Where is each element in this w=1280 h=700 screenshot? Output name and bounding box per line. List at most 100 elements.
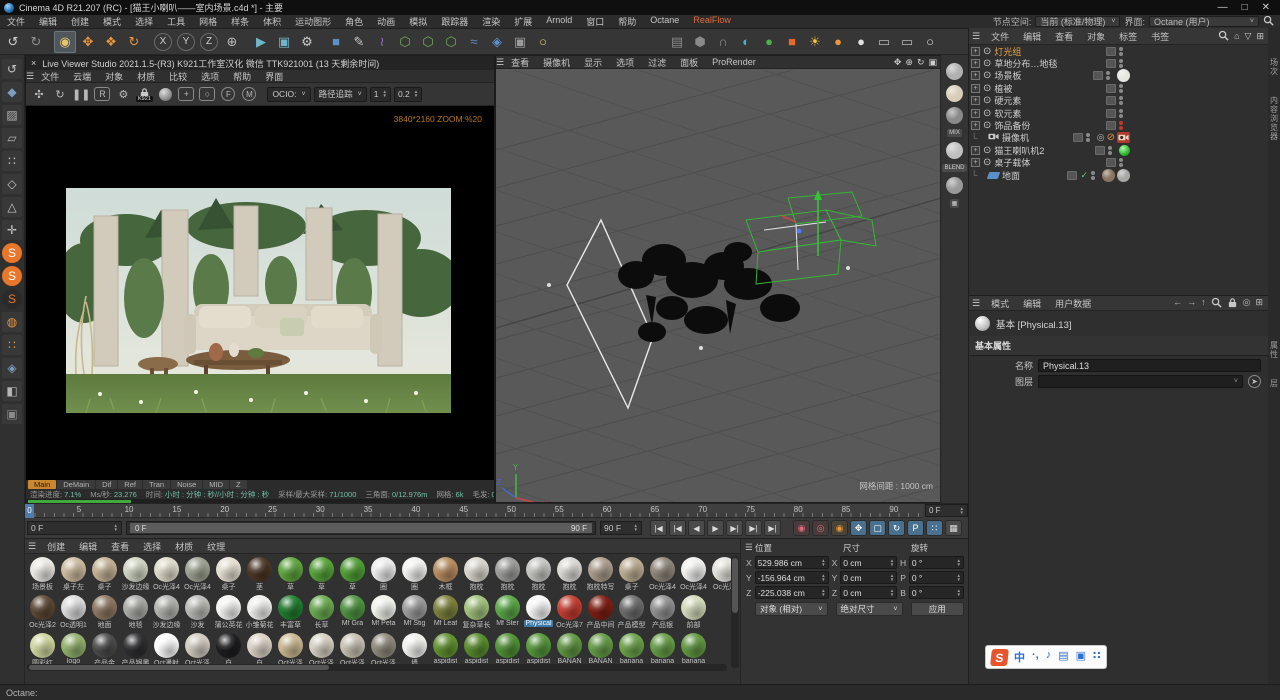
lv-menu-1[interactable]: 文件 [34, 70, 66, 83]
goto-end-button[interactable]: ▶| [764, 520, 781, 536]
key-parameter-toggle[interactable]: P [907, 520, 924, 536]
expand-toggle[interactable]: + [971, 96, 980, 106]
redo-icon[interactable]: ↻ [25, 31, 47, 53]
visibility-dots[interactable] [1119, 83, 1123, 93]
editor-toggle[interactable] [1106, 59, 1116, 69]
material-item[interactable]: 蒲公英花 [213, 594, 244, 632]
am-forward-icon[interactable]: → [1187, 297, 1196, 310]
lock-resolution-icon[interactable]: K921 [135, 85, 153, 103]
material-item[interactable]: Oc光泽4 [647, 556, 678, 594]
om-menu-4[interactable]: 对象 [1080, 30, 1112, 43]
object-name[interactable]: 硬元素 [994, 94, 1021, 107]
material-tag-ball[interactable] [1117, 69, 1130, 83]
material-item[interactable]: 沙发 [182, 594, 213, 632]
pause-render-icon[interactable]: ❚❚ [72, 85, 90, 103]
kernel-dropdown[interactable]: 路径追踪 ˅ [313, 86, 367, 102]
menu-12[interactable]: 动画 [370, 15, 402, 28]
menu-5[interactable]: 选择 [128, 15, 160, 28]
toggle-pill-a-icon[interactable]: ▭ [873, 31, 895, 53]
render-pass-tab-main[interactable]: Main [28, 480, 57, 489]
material-item[interactable]: 小雏菊花 [244, 594, 275, 632]
material-item[interactable]: Physical [523, 594, 554, 632]
z-axis-toggle[interactable]: Z [200, 32, 218, 51]
material-item[interactable]: Oc透明1 [58, 594, 89, 632]
menu-11[interactable]: 角色 [338, 15, 370, 28]
vp-menu-5[interactable]: 过滤 [641, 56, 673, 69]
maximize-button[interactable]: □ [1242, 2, 1248, 13]
ime-toolbox[interactable]: ∷ [1093, 649, 1101, 665]
material-item[interactable]: 产品银 [647, 594, 678, 632]
am-burger-icon[interactable]: ☰ [972, 298, 980, 309]
editor-toggle[interactable] [1106, 121, 1116, 131]
rotate-view-icon[interactable]: ↻ [917, 57, 925, 68]
model-mode-icon[interactable]: ◆ [2, 82, 22, 102]
object-name[interactable]: 桌子载体 [994, 156, 1030, 169]
material-item[interactable]: 沙发边缘 [151, 594, 182, 632]
expand-toggle[interactable]: + [971, 46, 980, 56]
side-tab-1[interactable]: 场次 [1269, 58, 1280, 76]
x-axis-toggle[interactable]: X [154, 32, 172, 51]
lv-menu-5[interactable]: 比较 [162, 70, 194, 83]
material-pick-icon[interactable]: M [240, 85, 258, 103]
octane-environment-icon[interactable]: ● [758, 31, 780, 53]
object-row[interactable]: └ 地面 ✓ [969, 168, 1280, 182]
object-row[interactable]: + ⊙ 软元素 [969, 107, 1280, 119]
menu-3[interactable]: 创建 [64, 15, 96, 28]
material-item[interactable]: Oc光泽2 [27, 594, 58, 632]
material-item[interactable]: 圈 [399, 556, 430, 594]
octane-node-ball-1[interactable] [946, 63, 963, 80]
y-axis-toggle[interactable]: Y [177, 32, 195, 51]
am-back-icon[interactable]: ← [1173, 297, 1182, 310]
layer-picker-button[interactable]: ➤ [1248, 375, 1261, 388]
menu-15[interactable]: 渲染 [475, 15, 507, 28]
om-add-icon[interactable]: ⊞ [1256, 31, 1264, 42]
material-ball-icon[interactable] [156, 85, 174, 103]
am-menu-1[interactable]: 模式 [984, 297, 1016, 310]
object-name[interactable]: 场景板 [994, 69, 1021, 82]
material-item[interactable]: 产品中间 [585, 594, 616, 632]
region-render-icon[interactable]: R [93, 85, 111, 103]
toggle-view-icon[interactable]: ▣ [928, 57, 937, 68]
octane-mix-node[interactable]: MIX [947, 129, 962, 137]
menu-1[interactable]: 文件 [0, 15, 32, 28]
octane-node-ball-3[interactable] [946, 107, 963, 124]
material-item[interactable]: 场景板 [27, 556, 58, 594]
editor-toggle[interactable] [1067, 170, 1078, 180]
material-item[interactable]: Oc光泽4 [151, 556, 182, 594]
visibility-dots[interactable] [1085, 133, 1090, 143]
material-item[interactable]: 前部 [678, 594, 709, 632]
points-mode-icon[interactable]: ∷ [2, 151, 22, 171]
magnet-tool-icon[interactable]: ◧ [2, 381, 22, 401]
vp-menu-4[interactable]: 选项 [609, 56, 641, 69]
record-keyframe-button[interactable]: ◉ [793, 520, 810, 536]
texture-mode-icon[interactable]: ▨ [2, 105, 22, 125]
menu-6[interactable]: 工具 [160, 15, 192, 28]
menu-9[interactable]: 体积 [256, 15, 288, 28]
om-menu-6[interactable]: 书签 [1144, 30, 1176, 43]
material-hscrollbar[interactable] [27, 664, 727, 671]
expand-toggle[interactable]: + [971, 145, 980, 155]
object-name[interactable]: 草地分布…地毯 [994, 57, 1057, 70]
am-target-icon[interactable]: ◎ [1243, 297, 1251, 310]
lv-menu-3[interactable]: 对象 [98, 70, 130, 83]
size-input[interactable]: 0 cm ▲ ▼ [840, 556, 898, 569]
focus-pick-icon[interactable]: F [219, 85, 237, 103]
live-selection-icon[interactable]: ◉ [54, 30, 76, 53]
array-dots-icon[interactable]: ∷ [2, 335, 22, 355]
perspective-viewport[interactable]: ☰查看摄像机显示选项过滤面板ProRender✥⊕↻▣ 透视视图 YXZ 网格间… [495, 55, 942, 503]
script-tool-icon[interactable]: ▣ [2, 404, 22, 424]
material-item[interactable]: Mf Leaf [430, 594, 461, 632]
visibility-dots[interactable] [1119, 96, 1123, 106]
vp-menu-6[interactable]: 面板 [673, 56, 705, 69]
edges-mode-icon[interactable]: ◇ [2, 174, 22, 194]
mograph-cloner-icon[interactable]: ⬡ [394, 31, 416, 53]
octane-node-ball-2[interactable] [946, 85, 963, 102]
visibility-dots[interactable] [1108, 145, 1112, 155]
material-item[interactable]: 抱枕 [461, 556, 492, 594]
material-item[interactable]: 抱枕特写 [585, 556, 616, 594]
om-menu-3[interactable]: 查看 [1048, 30, 1080, 43]
rotation-input[interactable]: 0 ° ▲ ▼ [908, 571, 964, 584]
object-row[interactable]: + ⊙ 饰品备份 [969, 119, 1280, 131]
object-name[interactable]: 地面 [1002, 169, 1020, 182]
hair-tool-icon[interactable]: ≈ [463, 31, 485, 53]
